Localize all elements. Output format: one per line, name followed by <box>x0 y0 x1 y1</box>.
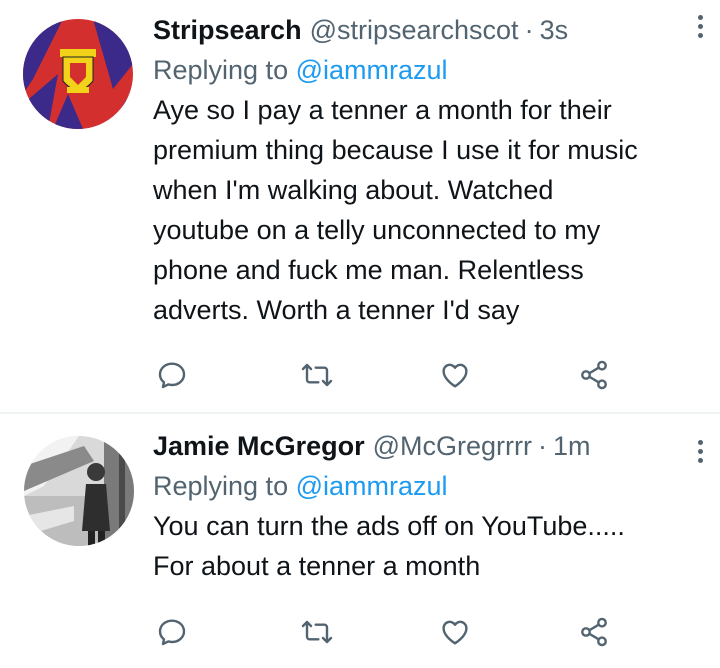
tweet[interactable]: Stripsearch @stripsearchscot · 3s Replyi… <box>0 0 720 412</box>
tweet-text-line: You can turn the ads off on YouTube..... <box>153 511 625 541</box>
retweet-icon[interactable] <box>297 355 337 395</box>
share-icon[interactable] <box>574 612 614 652</box>
tweet-text: You can turn the ads off on YouTube.....… <box>153 506 700 586</box>
avatar[interactable] <box>23 19 133 129</box>
tweet[interactable]: Jamie McGregor @McGregrrrr · 1m Replying… <box>0 414 720 668</box>
display-name[interactable]: Stripsearch <box>153 10 302 50</box>
share-icon[interactable] <box>574 355 614 395</box>
more-vertical-icon[interactable] <box>696 440 704 463</box>
crest-avatar-image <box>23 19 133 129</box>
display-name[interactable]: Jamie McGregor <box>153 426 365 466</box>
heart-icon[interactable] <box>435 612 475 652</box>
tweet-actions <box>0 612 720 656</box>
tweet-text-line: For about a tenner a month <box>153 551 481 581</box>
tweet-text-line: premium thing because I use it for music <box>153 135 638 165</box>
replying-to-link[interactable]: @iammrazul <box>296 55 448 85</box>
replying-to: Replying to @iammrazul <box>153 50 700 90</box>
tweet-text-line: youtube on a telly unconnected to my <box>153 215 601 245</box>
more-vertical-icon[interactable] <box>696 15 704 38</box>
tweet-text-line: when I'm walking about. Watched <box>153 175 554 205</box>
tweet-content: Jamie McGregor @McGregrrrr · 1m Replying… <box>153 426 700 586</box>
replying-prefix: Replying to <box>153 471 289 501</box>
timestamp[interactable]: 1m <box>553 426 591 466</box>
user-handle[interactable]: @McGregrrrr <box>373 426 532 466</box>
tweet-header: Stripsearch @stripsearchscot · 3s <box>153 10 700 50</box>
replying-to: Replying to @iammrazul <box>153 466 700 506</box>
tweet-header: Jamie McGregor @McGregrrrr · 1m <box>153 426 700 466</box>
separator-dot: · <box>524 15 534 45</box>
tweet-content: Stripsearch @stripsearchscot · 3s Replyi… <box>153 10 700 330</box>
user-handle[interactable]: @stripsearchscot <box>310 10 519 50</box>
tweet-text: Aye so I pay a tenner a month for their … <box>153 90 700 330</box>
photo-avatar-image <box>24 436 134 546</box>
tweet-text-line: Aye so I pay a tenner a month for their <box>153 95 612 125</box>
heart-icon[interactable] <box>435 355 475 395</box>
timestamp[interactable]: 3s <box>540 10 569 50</box>
reply-icon[interactable] <box>152 355 192 395</box>
replying-prefix: Replying to <box>153 55 289 85</box>
tweet-text-line: phone and fuck me man. Relentless <box>153 255 584 285</box>
avatar[interactable] <box>24 436 134 546</box>
tweet-actions <box>0 355 720 399</box>
retweet-icon[interactable] <box>297 612 337 652</box>
reply-icon[interactable] <box>152 612 192 652</box>
tweet-text-line: adverts. Worth a tenner I'd say <box>153 295 520 325</box>
separator-dot: · <box>537 431 547 461</box>
replying-to-link[interactable]: @iammrazul <box>296 471 448 501</box>
